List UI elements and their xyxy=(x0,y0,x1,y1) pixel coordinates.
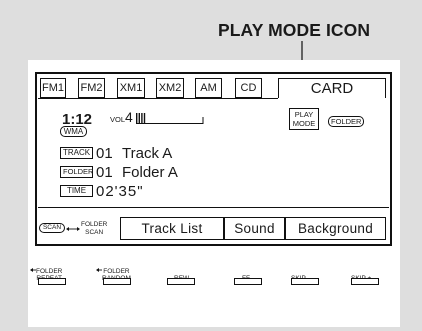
folder-name: Folder A xyxy=(122,164,178,181)
track-list-button[interactable]: Track List xyxy=(120,217,224,240)
scan-button[interactable]: SCAN xyxy=(39,223,65,233)
skip-minus-button[interactable] xyxy=(291,278,319,285)
folder-number: 01 xyxy=(96,164,113,181)
folder-repeat-button[interactable] xyxy=(38,278,66,285)
volume-label: VOL xyxy=(110,115,126,124)
play-mode-line2: MODE xyxy=(292,119,316,128)
play-mode-icon[interactable]: PLAY MODE xyxy=(289,108,319,130)
track-time: 02'35" xyxy=(96,183,144,200)
format-badge: WMA xyxy=(60,126,87,137)
background-button[interactable]: Background xyxy=(285,217,386,240)
tab-xm2[interactable]: XM2 xyxy=(156,78,184,98)
ff-button[interactable] xyxy=(234,278,262,285)
play-mode-line1: PLAY xyxy=(294,110,314,119)
sound-button[interactable]: Sound xyxy=(224,217,285,240)
folder-tag: FOLDER xyxy=(60,166,93,178)
folder-scan-line1: FOLDER xyxy=(81,221,108,228)
time-tag: TIME xyxy=(60,185,93,197)
track-name: Track A xyxy=(122,145,173,162)
volume-bar xyxy=(136,113,204,124)
tab-card[interactable]: CARD xyxy=(278,78,386,98)
tab-cd[interactable]: CD xyxy=(235,78,262,98)
scan-arrow-icon xyxy=(66,227,80,231)
track-number: 01 xyxy=(96,145,113,162)
folder-repeat-line1: FOLDER xyxy=(36,268,63,275)
volume-value: 4 xyxy=(125,109,133,125)
folder-random-button[interactable] xyxy=(103,278,131,285)
tab-divider xyxy=(38,98,278,99)
folder-scan-line2: SCAN xyxy=(85,228,104,236)
folder-scan-label: FOLDER SCAN xyxy=(81,221,107,236)
folder-mode-badge: FOLDER xyxy=(328,116,364,127)
tab-xm1[interactable]: XM1 xyxy=(117,78,145,98)
folder-random-line1: FOLDER xyxy=(103,268,130,275)
tab-fm1[interactable]: FM1 xyxy=(40,78,66,98)
rew-button[interactable] xyxy=(167,278,195,285)
menu-divider xyxy=(38,207,389,208)
tab-fm2[interactable]: FM2 xyxy=(78,78,105,98)
skip-plus-button[interactable] xyxy=(351,278,379,285)
track-tag: TRACK xyxy=(60,147,93,159)
tab-am[interactable]: AM xyxy=(195,78,222,98)
